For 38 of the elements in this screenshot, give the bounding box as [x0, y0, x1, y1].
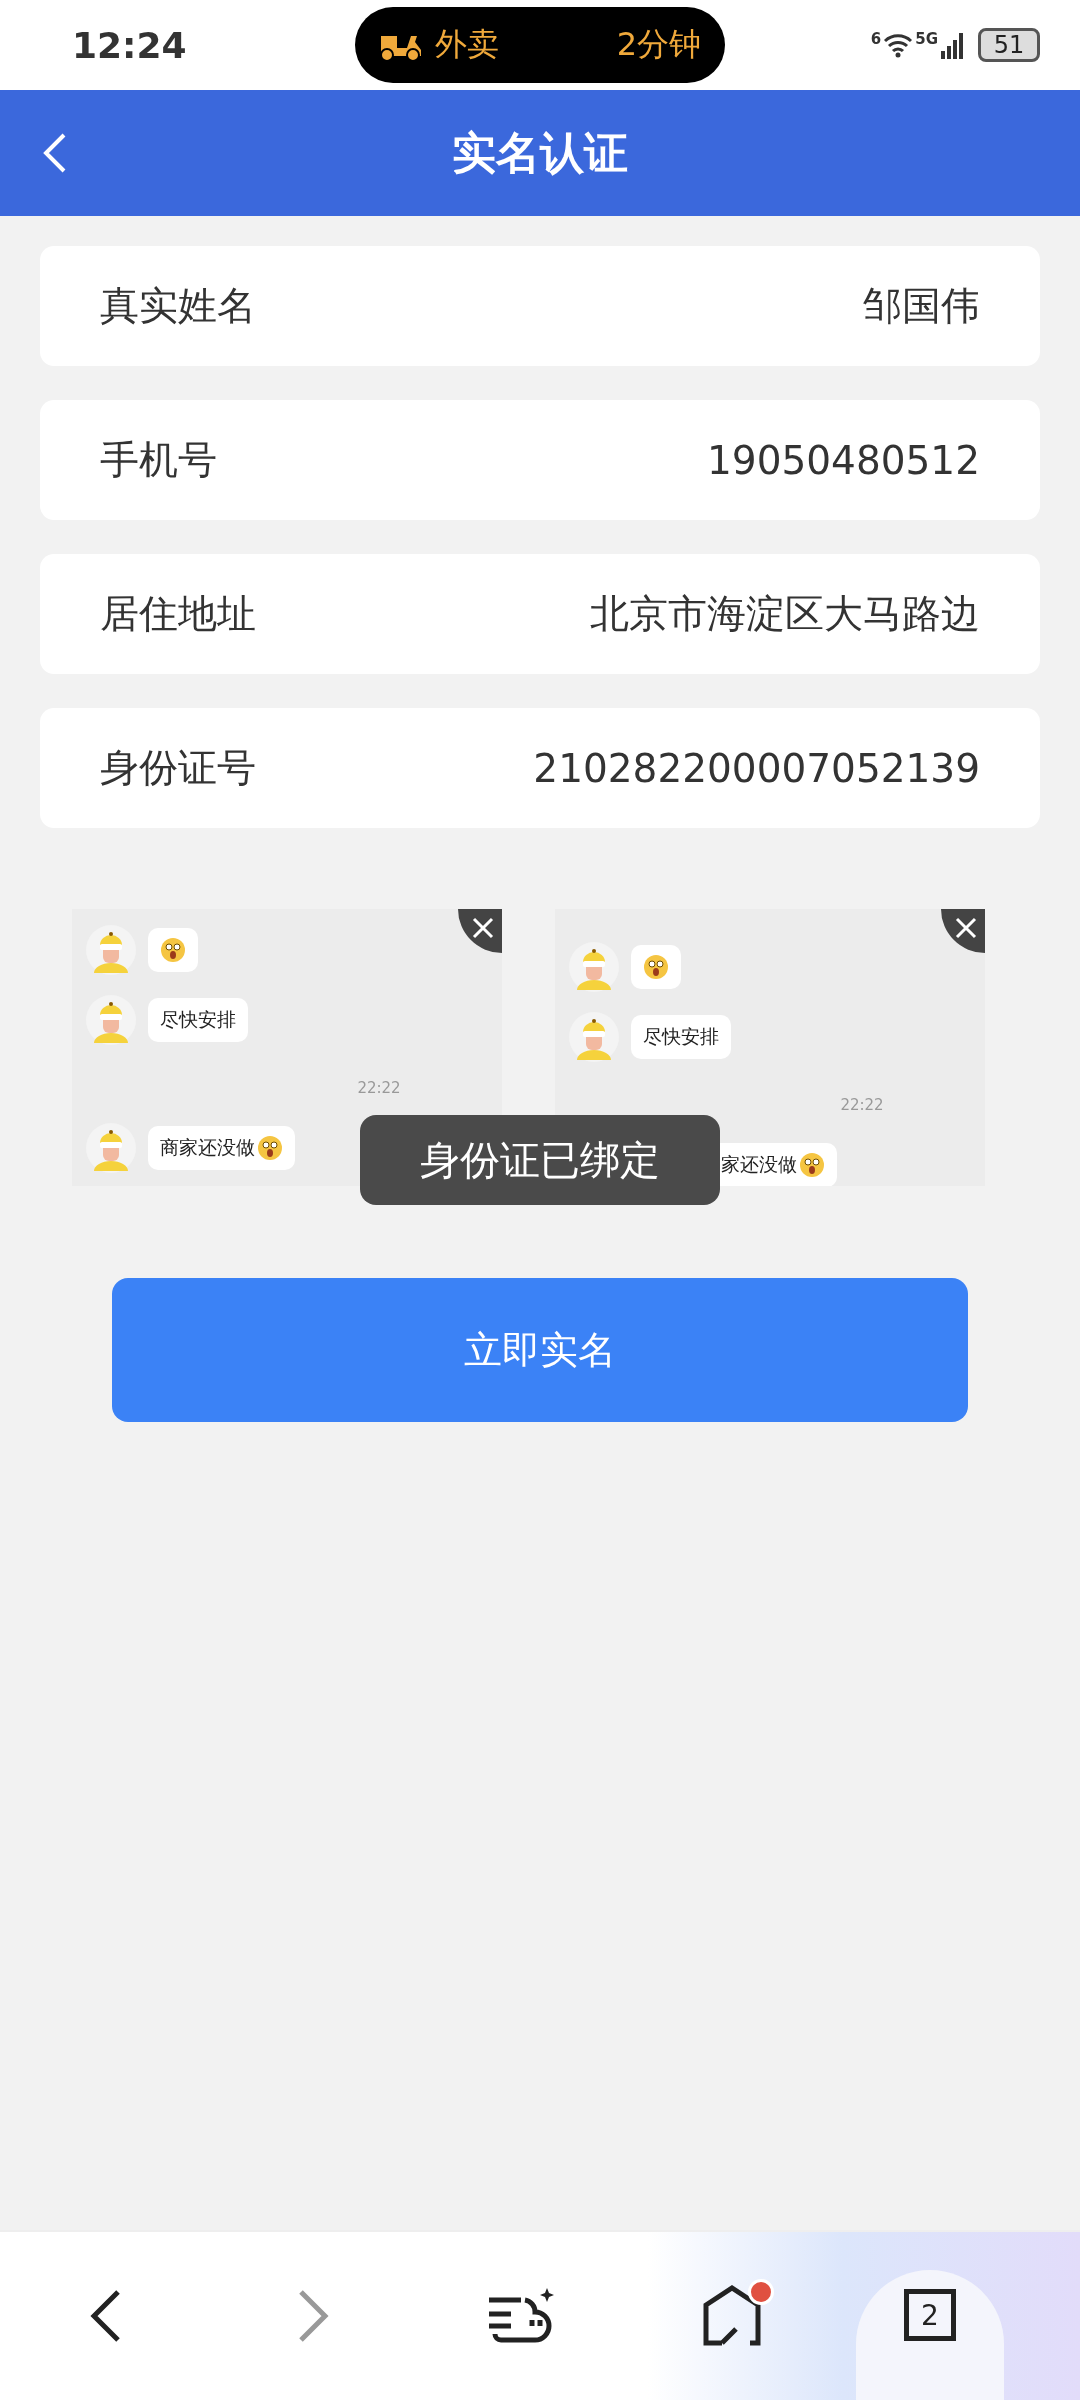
- field-label: 手机号: [100, 436, 217, 484]
- avatar-icon: [569, 1012, 619, 1062]
- network-label: 5G: [915, 30, 938, 48]
- tabs-count[interactable]: 2: [904, 2289, 956, 2341]
- field-label: 居住地址: [100, 590, 256, 638]
- emoji-icon: [643, 954, 669, 980]
- avatar-icon: [86, 995, 136, 1045]
- avatar-icon: [569, 942, 619, 992]
- wifi-icon: [883, 32, 914, 58]
- submit-button[interactable]: 立即实名: [112, 1278, 968, 1422]
- field-label: 真实姓名: [100, 282, 256, 330]
- home-icon[interactable]: [701, 2285, 762, 2347]
- wifi-label: 6: [870, 30, 882, 48]
- field-value: 210282200007052139: [533, 745, 980, 791]
- clock: 12:24: [72, 24, 188, 66]
- emoji-icon: [799, 1152, 825, 1178]
- field-value: 19050480512: [707, 437, 980, 483]
- close-icon: [472, 917, 494, 939]
- signal-icon: [940, 31, 966, 59]
- page-title: 实名认证: [452, 125, 628, 180]
- message-text: 商家还没做: [160, 1135, 255, 1160]
- emoji-icon: [160, 937, 186, 963]
- message-text: 家还没做: [721, 1152, 797, 1177]
- field-value: 北京市海淀区大马路边: [590, 590, 980, 638]
- message-text: 尽快安排: [643, 1024, 719, 1049]
- avatar-icon: [86, 1123, 136, 1173]
- toast-message: 身份证已绑定: [360, 1115, 720, 1205]
- avatar-icon: [86, 925, 136, 975]
- message-time: 22:22: [839, 1096, 885, 1114]
- activity-eta: 2分钟: [616, 24, 701, 65]
- battery-level: 51: [993, 31, 1025, 59]
- message-text: 尽快安排: [160, 1007, 236, 1032]
- field-label: 身份证号: [100, 744, 256, 792]
- activity-label: 外卖: [435, 24, 500, 65]
- message-time: 22:22: [356, 1079, 402, 1097]
- close-icon: [955, 917, 977, 939]
- emoji-icon: [257, 1135, 283, 1161]
- field-value: 邹国伟: [863, 282, 980, 330]
